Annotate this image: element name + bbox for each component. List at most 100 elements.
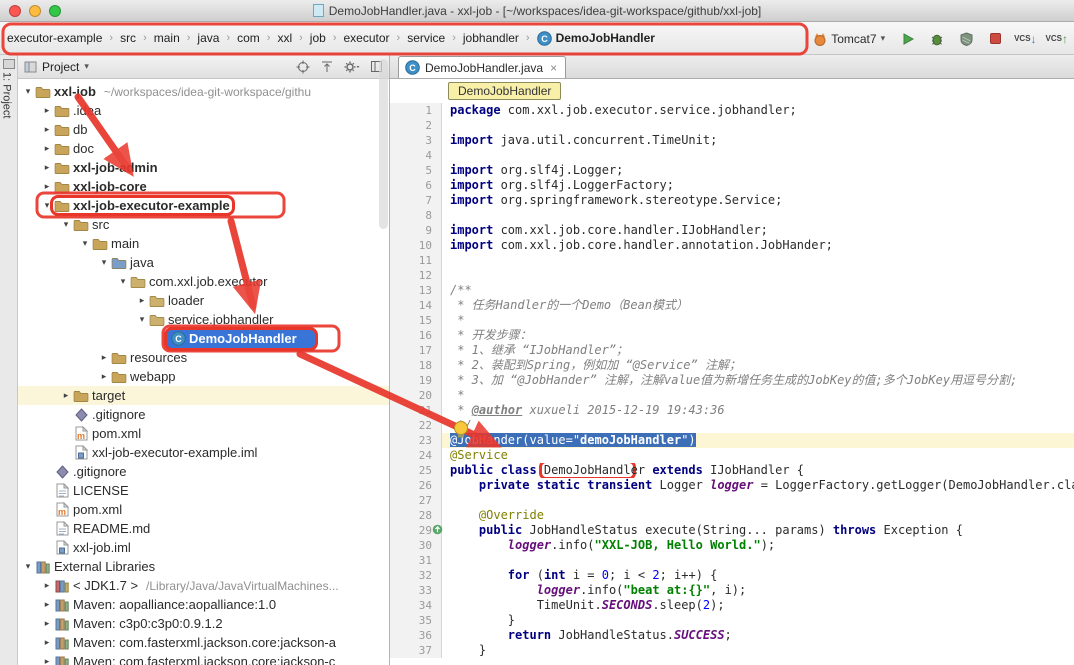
tree-item-idea[interactable]: ▸.idea: [18, 101, 389, 120]
stop-button[interactable]: [985, 29, 1005, 49]
tree-item-content[interactable]: main: [91, 236, 141, 251]
close-window-button[interactable]: [9, 5, 21, 17]
tree-item-src[interactable]: ▾src: [18, 215, 389, 234]
code-text[interactable]: @Override: [442, 508, 1074, 523]
tree-item-java[interactable]: ▾java: [18, 253, 389, 272]
code-text[interactable]: }: [442, 643, 1074, 658]
code-text[interactable]: * @author xuxueli 2015-12-19 19:43:36: [442, 403, 1074, 418]
project-tool-window-button[interactable]: 1: Project: [1, 72, 17, 118]
code-text[interactable]: package com.xxl.job.executor.service.job…: [442, 103, 1074, 118]
tree-item-db[interactable]: ▸db: [18, 120, 389, 139]
vcs-update-button[interactable]: VCS↓: [1014, 33, 1036, 45]
line-number-17[interactable]: 17: [390, 343, 442, 358]
code-text[interactable]: }: [442, 613, 1074, 628]
line-number-31[interactable]: 31: [390, 553, 442, 568]
minimize-window-button[interactable]: [29, 5, 41, 17]
close-tab-icon[interactable]: ×: [548, 61, 557, 75]
tree-item-content[interactable]: < JDK1.7 >: [53, 578, 140, 593]
line-number-2[interactable]: 2: [390, 118, 442, 133]
tree-scrollbar[interactable]: [379, 59, 388, 229]
breadcrumb-main[interactable]: main: [151, 29, 183, 47]
code-text[interactable]: * 开发步骤：: [442, 328, 1074, 343]
tree-item-maven-aopalliance-aopalliance-1-0[interactable]: ▸Maven: aopalliance:aopalliance:1.0: [18, 595, 389, 614]
tab-demojobhandler[interactable]: C DemoJobHandler.java ×: [398, 56, 566, 78]
line-number-18[interactable]: 18: [390, 358, 442, 373]
debug-button[interactable]: [927, 29, 947, 49]
code-text[interactable]: public JobHandleStatus execute(String...…: [442, 523, 1074, 538]
line-number-21[interactable]: 21: [390, 403, 442, 418]
tree-item-content[interactable]: xxl-job-admin: [53, 160, 160, 175]
tree-item-xxl-job-executor-example-iml[interactable]: xxl-job-executor-example.iml: [18, 443, 389, 462]
zoom-window-button[interactable]: [49, 5, 61, 17]
line-number-10[interactable]: 10: [390, 238, 442, 253]
code-text[interactable]: [442, 268, 1074, 283]
tree-item-content[interactable]: xxl-job-executor-example.iml: [72, 445, 259, 460]
line-number-27[interactable]: 27: [390, 493, 442, 508]
line-number-14[interactable]: 14: [390, 298, 442, 313]
tree-item-content[interactable]: README.md: [53, 521, 152, 536]
locate-icon[interactable]: [296, 60, 310, 74]
tree-item-xxl-job-executor-example[interactable]: ▾xxl-job-executor-example: [18, 196, 389, 215]
code-text[interactable]: import com.xxl.job.core.handler.IJobHand…: [442, 223, 1074, 238]
line-number-3[interactable]: 3: [390, 133, 442, 148]
expand-arrow-icon[interactable]: ▸: [41, 599, 53, 610]
run-configuration-selector[interactable]: Tomcat7 ▾: [809, 30, 889, 48]
line-number-33[interactable]: 33: [390, 583, 442, 598]
tree-item-xxl-job-core[interactable]: ▸xxl-job-core: [18, 177, 389, 196]
tree-item-com-xxl-job-executor[interactable]: ▾com.xxl.job.executor: [18, 272, 389, 291]
vcs-commit-button[interactable]: VCS↑: [1046, 33, 1068, 45]
line-number-13[interactable]: 13: [390, 283, 442, 298]
line-number-7[interactable]: 7: [390, 193, 442, 208]
line-number-1[interactable]: 1: [390, 103, 442, 118]
tree-item-content[interactable]: service.jobhandler: [148, 312, 276, 327]
tree-item-content[interactable]: target: [72, 388, 127, 403]
tree-item-content[interactable]: webapp: [110, 369, 178, 384]
breadcrumb-service[interactable]: service: [404, 29, 448, 47]
tree-item-target[interactable]: ▸target: [18, 386, 389, 405]
code-text[interactable]: */: [442, 418, 1074, 433]
expand-arrow-icon[interactable]: ▸: [136, 295, 148, 306]
tree-item-content[interactable]: xxl-job-executor-example: [53, 198, 232, 213]
tree-item-content[interactable]: .gitignore: [72, 407, 147, 422]
code-text[interactable]: [442, 148, 1074, 163]
coverage-button[interactable]: [956, 29, 976, 49]
code-text[interactable]: * 1、继承 “IJobHandler”；: [442, 343, 1074, 358]
tree-item-xxl-job-admin[interactable]: ▸xxl-job-admin: [18, 158, 389, 177]
code-text[interactable]: import com.xxl.job.core.handler.annotati…: [442, 238, 1074, 253]
tree-item-content[interactable]: xxl-job-core: [53, 179, 149, 194]
breadcrumb-executor[interactable]: executor: [340, 29, 392, 47]
tree-item-license[interactable]: LICENSE: [18, 481, 389, 500]
code-text[interactable]: *: [442, 388, 1074, 403]
line-number-36[interactable]: 36: [390, 628, 442, 643]
expand-arrow-icon[interactable]: ▸: [41, 637, 53, 648]
tree-item-webapp[interactable]: ▸webapp: [18, 367, 389, 386]
view-selector[interactable]: Project: [42, 60, 79, 74]
tree-item-gitignore[interactable]: .gitignore: [18, 405, 389, 424]
tree-item-content[interactable]: Maven: com.fasterxml.jackson.core:jackso…: [53, 635, 338, 650]
code-text[interactable]: logger.info("beat at:{}", i);: [442, 583, 1074, 598]
code-text[interactable]: import org.springframework.stereotype.Se…: [442, 193, 1074, 208]
line-number-4[interactable]: 4: [390, 148, 442, 163]
breadcrumb-demojobhandler[interactable]: CDemoJobHandler: [534, 29, 658, 48]
code-text[interactable]: return JobHandleStatus.SUCCESS;: [442, 628, 1074, 643]
tree-item-content[interactable]: doc: [53, 141, 96, 156]
tree-item-loader[interactable]: ▸loader: [18, 291, 389, 310]
expand-arrow-icon[interactable]: ▸: [41, 105, 53, 116]
expand-arrow-icon[interactable]: ▾: [22, 561, 34, 572]
code-text[interactable]: * 3、加 “@JobHander” 注解，注解value值为新增任务生成的Jo…: [442, 373, 1074, 388]
code-text[interactable]: import org.slf4j.Logger;: [442, 163, 1074, 178]
tree-item-content[interactable]: com.xxl.job.executor: [129, 274, 270, 289]
tree-item-resources[interactable]: ▸resources: [18, 348, 389, 367]
line-number-24[interactable]: 24: [390, 448, 442, 463]
line-number-11[interactable]: 11: [390, 253, 442, 268]
tree-item-pom-xml[interactable]: mpom.xml: [18, 500, 389, 519]
expand-arrow-icon[interactable]: ▸: [41, 143, 53, 154]
expand-arrow-icon[interactable]: ▸: [41, 656, 53, 665]
tree-item-content[interactable]: java: [110, 255, 156, 270]
line-number-5[interactable]: 5: [390, 163, 442, 178]
expand-arrow-icon[interactable]: ▾: [41, 200, 53, 211]
tree-item-content[interactable]: Maven: aopalliance:aopalliance:1.0: [53, 597, 278, 612]
breadcrumb-jobhandler[interactable]: jobhandler: [460, 29, 522, 47]
tree-item-jdk1-7[interactable]: ▸< JDK1.7 >/Library/Java/JavaVirtualMach…: [18, 576, 389, 595]
tree-item-demojobhandler[interactable]: CDemoJobHandler: [18, 329, 389, 348]
